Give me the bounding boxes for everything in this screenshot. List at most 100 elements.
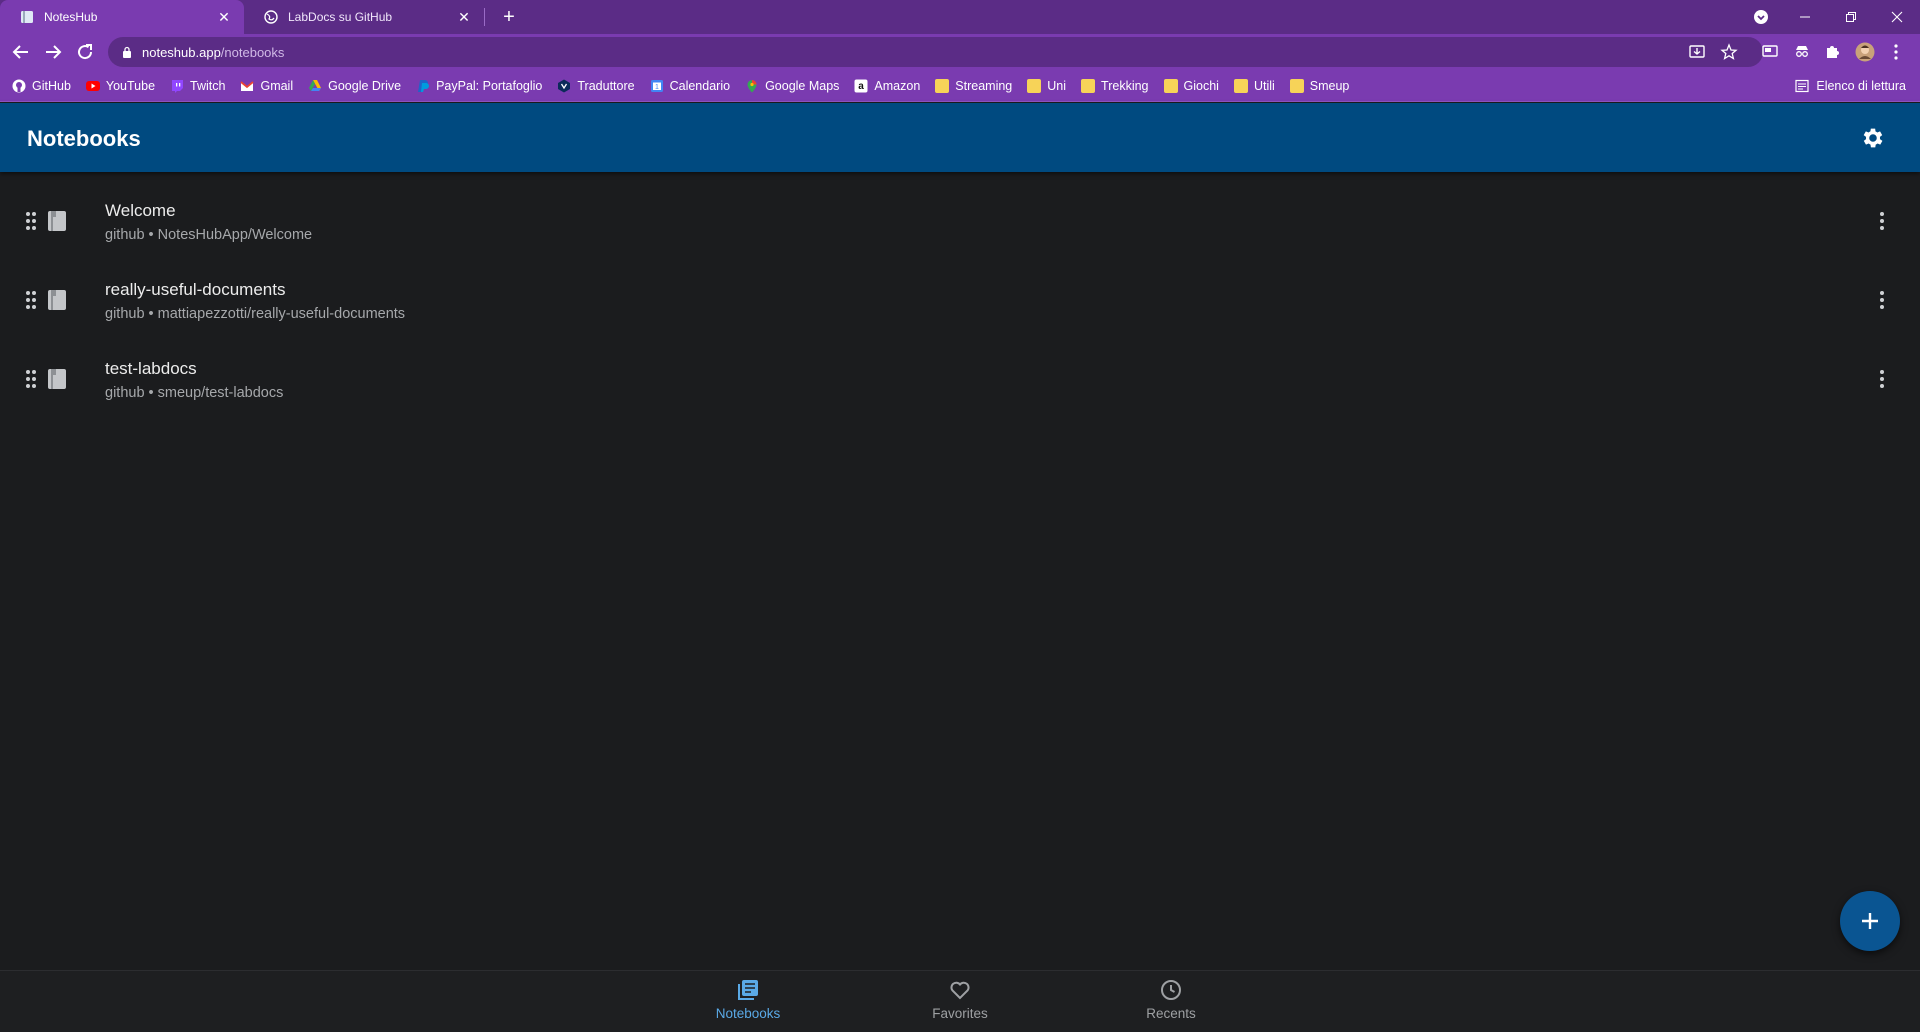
incognito-extension-icon[interactable]	[1792, 42, 1812, 62]
nav-label: Notebooks	[715, 1006, 781, 1021]
nav-notebooks[interactable]: Notebooks	[678, 978, 818, 1030]
nav-recents[interactable]: Recents	[1101, 978, 1241, 1030]
tab-title: NotesHub	[44, 10, 98, 24]
add-notebook-button[interactable]	[1840, 891, 1900, 951]
forward-button[interactable]	[41, 40, 65, 64]
bookmark-google-drive[interactable]: Google Drive	[308, 79, 401, 93]
close-window-icon[interactable]	[1874, 0, 1920, 34]
bookmark-label: Trekking	[1101, 78, 1149, 93]
list-item[interactable]: really-useful-documents github • mattiap…	[0, 261, 1920, 340]
bookmark-folder-streaming[interactable]: Streaming	[935, 78, 1012, 93]
notebook-icon	[48, 290, 66, 310]
profile-avatar-icon[interactable]	[1855, 42, 1875, 62]
back-button[interactable]	[9, 40, 33, 64]
more-vert-icon[interactable]	[1872, 289, 1892, 311]
bookmarks-bar: GitHub YouTube Twitch Gmail Google Drive…	[0, 70, 1920, 102]
notebook-source: github • smeup/test-labdocs	[105, 385, 284, 401]
list-item[interactable]: test-labdocs github • smeup/test-labdocs	[0, 340, 1920, 419]
tab-title: LabDocs su GitHub	[288, 10, 393, 24]
notebooks-icon	[738, 980, 758, 1000]
address-bar[interactable]: noteshub.app/notebooks	[108, 37, 1763, 67]
amazon-icon: a	[854, 79, 868, 92]
reading-list-label: Elenco di lettura	[1816, 79, 1906, 93]
noteshub-favicon	[21, 11, 33, 23]
restore-icon[interactable]	[1828, 0, 1874, 34]
bookmark-gmail[interactable]: Gmail	[240, 79, 293, 93]
bookmark-label: Google Drive	[328, 78, 402, 93]
bookmark-paypal[interactable]: PayPal: Portafoglio	[416, 79, 542, 93]
bookmark-label: Smeup	[1309, 78, 1350, 93]
gmail-icon	[240, 80, 255, 91]
close-tab-icon[interactable]: ✕	[216, 9, 232, 25]
browser-menu-icon[interactable]	[1886, 42, 1906, 62]
folder-icon	[1163, 78, 1178, 93]
close-tab-icon[interactable]: ✕	[456, 9, 472, 25]
tab-labdocs[interactable]: LabDocs su GitHub ✕	[244, 0, 484, 34]
bottom-navigation: Notebooks Favorites Recents	[0, 970, 1920, 1032]
browser-tab-strip: NotesHub ✕ LabDocs su GitHub ✕ +	[0, 0, 1920, 34]
reading-list-button[interactable]: Elenco di lettura	[1795, 70, 1906, 102]
translator-icon	[558, 79, 571, 92]
bookmark-label: PayPal: Portafoglio	[436, 78, 543, 93]
folder-icon	[1027, 78, 1042, 93]
bookmark-folder-giochi[interactable]: Giochi	[1163, 78, 1219, 93]
bookmark-twitch[interactable]: Twitch	[170, 79, 225, 93]
more-vert-icon[interactable]	[1872, 210, 1892, 232]
arrow-left-icon	[12, 45, 28, 59]
bookmark-youtube[interactable]: YouTube	[85, 78, 156, 93]
drag-handle-icon[interactable]	[25, 211, 37, 231]
bookmark-folder-smeup[interactable]: Smeup	[1289, 78, 1350, 93]
maps-icon	[747, 79, 757, 92]
bookmark-calendar[interactable]: 1 Calendario	[650, 79, 730, 93]
new-tab-button[interactable]: +	[498, 6, 520, 28]
youtube-icon	[85, 80, 100, 91]
clock-icon	[1161, 980, 1181, 1000]
notebook-list: Welcome github • NotesHubApp/Welcome rea…	[0, 182, 1920, 419]
bookmark-label: YouTube	[105, 78, 156, 93]
notebook-source: github • mattiapezzotti/really-useful-do…	[105, 306, 406, 322]
gear-icon[interactable]	[1860, 125, 1886, 151]
notebook-name: Welcome	[105, 201, 176, 220]
bookmark-label: Amazon	[874, 78, 921, 93]
nav-label: Recents	[1146, 1006, 1196, 1021]
svg-text:a: a	[859, 81, 865, 92]
drag-handle-icon[interactable]	[25, 369, 37, 389]
minimize-icon[interactable]	[1782, 0, 1828, 34]
profile-menu-icon[interactable]	[1738, 0, 1784, 34]
bookmark-github[interactable]: GitHub	[12, 79, 71, 93]
lock-icon	[123, 46, 131, 58]
reload-button[interactable]	[73, 40, 97, 64]
drag-handle-icon[interactable]	[25, 290, 37, 310]
tab-separator	[484, 8, 485, 26]
bookmark-folder-trekking[interactable]: Trekking	[1081, 78, 1149, 93]
bookmark-folder-uni[interactable]: Uni	[1027, 78, 1067, 93]
extensions-puzzle-icon[interactable]	[1823, 42, 1843, 62]
bookmark-translator[interactable]: Traduttore	[557, 79, 635, 93]
notebook-name: really-useful-documents	[105, 280, 286, 299]
media-control-icon[interactable]	[1760, 42, 1780, 62]
nav-favorites[interactable]: Favorites	[890, 978, 1030, 1030]
paypal-icon	[418, 79, 430, 92]
bookmark-folder-utili[interactable]: Utili	[1233, 78, 1275, 93]
folder-icon	[1289, 78, 1304, 93]
folder-icon	[1081, 78, 1096, 93]
plus-icon	[1862, 913, 1878, 929]
folder-icon	[935, 78, 950, 93]
more-vert-icon[interactable]	[1872, 368, 1892, 390]
list-item[interactable]: Welcome github • NotesHubApp/Welcome	[0, 182, 1920, 261]
install-app-icon[interactable]	[1688, 43, 1706, 61]
bookmark-label: Twitch	[190, 78, 226, 93]
bookmark-label: Giochi	[1183, 78, 1219, 93]
bookmark-label: Utili	[1253, 78, 1275, 93]
bookmark-star-icon[interactable]	[1720, 43, 1738, 61]
reload-icon	[78, 44, 93, 60]
bookmark-amazon[interactable]: a Amazon	[854, 79, 920, 93]
nav-label: Favorites	[932, 1006, 988, 1021]
bookmark-google-maps[interactable]: Google Maps	[745, 79, 839, 93]
svg-text:1: 1	[655, 84, 659, 91]
tab-noteshub[interactable]: NotesHub ✕	[0, 0, 244, 34]
app-header: Notebooks	[0, 103, 1920, 172]
bookmark-label: Google Maps	[765, 78, 840, 93]
bookmark-label: Uni	[1047, 78, 1067, 93]
notebook-icon	[48, 369, 66, 389]
